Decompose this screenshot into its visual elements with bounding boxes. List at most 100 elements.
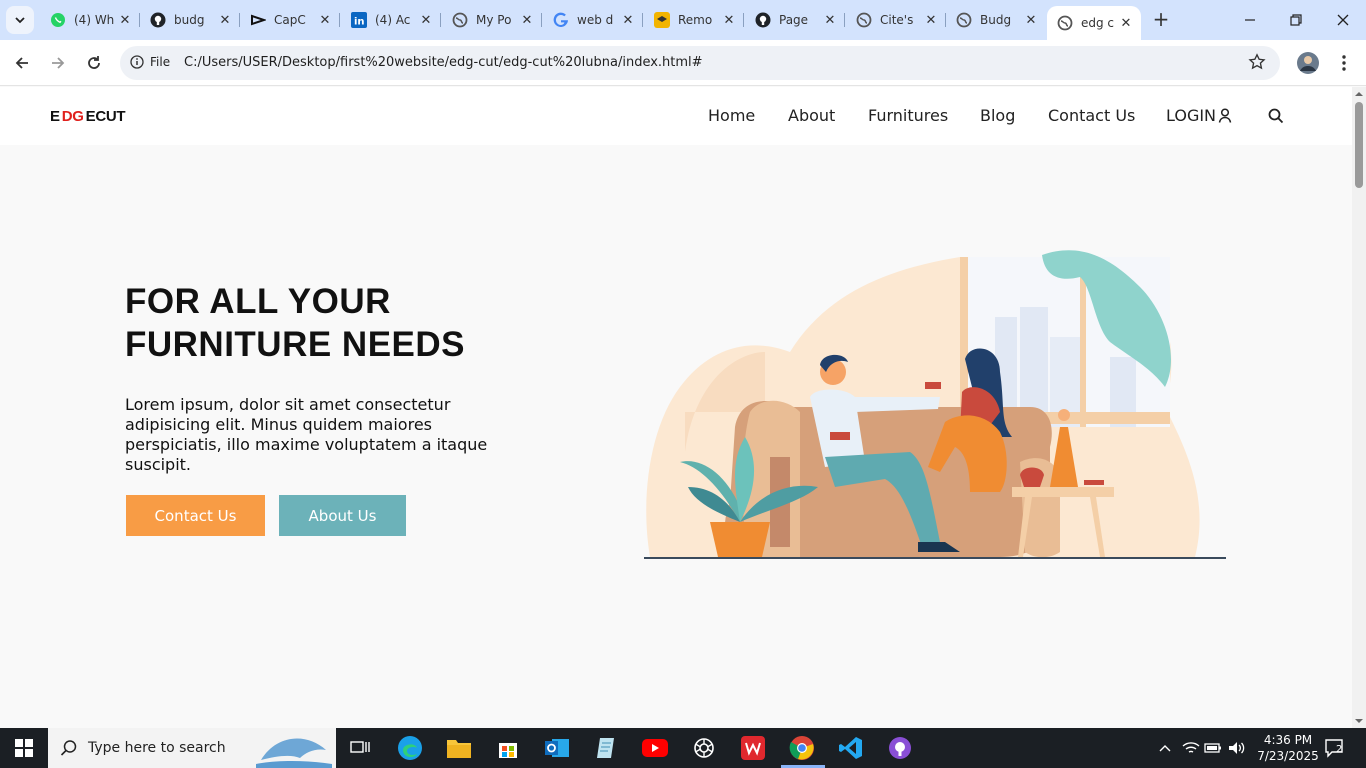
- github-icon: [755, 12, 771, 28]
- close-tab-icon[interactable]: ✕: [518, 11, 536, 29]
- close-tab-icon[interactable]: ✕: [821, 11, 839, 29]
- battery-button[interactable]: [1203, 738, 1223, 758]
- tab-separator: [642, 13, 643, 27]
- task-view-icon: [350, 741, 370, 753]
- clock-date: 7/23/2025: [1257, 749, 1319, 763]
- taskbar-store[interactable]: [494, 734, 522, 762]
- vscode-icon: [839, 737, 862, 759]
- tab-separator: [743, 13, 744, 27]
- windows-logo-icon: [15, 739, 33, 757]
- tab-title: My Po: [476, 13, 512, 27]
- about-us-button[interactable]: About Us: [279, 495, 406, 536]
- hero-title-line-2: FURNITURE NEEDS: [125, 325, 466, 364]
- new-tab-button[interactable]: +: [1150, 8, 1172, 30]
- url-text[interactable]: C:/Users/USER/Desktop/first%20website/ed…: [184, 55, 703, 70]
- nav-search-button[interactable]: [1268, 108, 1286, 126]
- site-header: E DG ECUT Home About Furnitures Blog Conta…: [0, 87, 1352, 145]
- taskbar-notes-app[interactable]: [592, 734, 620, 762]
- taskbar-youtube[interactable]: [641, 734, 669, 762]
- arrow-left-icon: [15, 57, 28, 69]
- close-tab-icon[interactable]: ✕: [720, 11, 738, 29]
- edge-icon: [398, 736, 422, 760]
- restore-button[interactable]: [1284, 8, 1308, 32]
- nav-login[interactable]: LOGIN: [1166, 106, 1232, 125]
- browser-tab[interactable]: My Po ✕: [442, 6, 542, 34]
- nav-contact[interactable]: Contact Us: [1048, 106, 1135, 125]
- nav-about[interactable]: About: [788, 106, 835, 125]
- network-button[interactable]: [1181, 738, 1201, 758]
- taskbar-wps-office[interactable]: [739, 734, 767, 762]
- youtube-icon: [642, 739, 668, 757]
- browser-toolbar: File C:/Users/USER/Desktop/first%20websi…: [0, 40, 1366, 86]
- address-bar[interactable]: File C:/Users/USER/Desktop/first%20websi…: [120, 46, 1280, 80]
- bookmark-star-button[interactable]: [1248, 53, 1268, 73]
- hero-description: Lorem ipsum, dolor sit amet consectetur …: [125, 395, 488, 474]
- notification-center-button[interactable]: 2: [1324, 738, 1346, 758]
- forward-button[interactable]: [46, 51, 70, 75]
- search-highlight-dolphin-icon: [256, 738, 332, 768]
- scroll-up-icon[interactable]: [1354, 89, 1364, 99]
- tab-title: web d: [577, 13, 614, 27]
- close-tab-icon[interactable]: ✕: [116, 11, 134, 29]
- taskbar-github-desktop[interactable]: [886, 734, 914, 762]
- profile-avatar[interactable]: [1295, 50, 1321, 76]
- nav-login-label: LOGIN: [1166, 106, 1217, 125]
- scrollbar-thumb[interactable]: [1355, 102, 1363, 188]
- close-tab-icon[interactable]: ✕: [922, 11, 940, 29]
- browser-tab[interactable]: Budg ✕: [946, 6, 1046, 34]
- browser-tab[interactable]: in (4) Ac ✕: [341, 6, 441, 34]
- close-tab-icon[interactable]: ✕: [216, 11, 234, 29]
- site-logo[interactable]: E DG ECUT: [50, 108, 126, 125]
- tab-title: (4) Wh: [74, 13, 115, 27]
- chatgpt-icon: [694, 738, 714, 758]
- hero-title: FOR ALL YOUR FURNITURE NEEDS: [125, 280, 465, 366]
- browser-tab-active[interactable]: edg c ✕: [1047, 6, 1141, 40]
- taskbar-vscode[interactable]: [837, 734, 865, 762]
- battery-icon: [1204, 743, 1221, 753]
- taskbar-file-explorer[interactable]: [445, 734, 473, 762]
- close-tab-icon[interactable]: ✕: [1022, 11, 1040, 29]
- page-scrollbar[interactable]: [1352, 87, 1366, 728]
- taskbar-clock[interactable]: 4:36 PM 7/23/2025: [1254, 732, 1322, 764]
- browser-tab[interactable]: web d ✕: [543, 6, 643, 34]
- close-tab-icon[interactable]: ✕: [1117, 14, 1135, 32]
- globe-icon: [1057, 15, 1073, 31]
- start-button[interactable]: [0, 728, 48, 768]
- taskbar-edge[interactable]: [396, 734, 424, 762]
- close-icon: [1337, 14, 1349, 26]
- browser-tab[interactable]: Remo ✕: [644, 6, 744, 34]
- browser-tab[interactable]: CapC ✕: [240, 6, 340, 34]
- close-tab-icon[interactable]: ✕: [316, 11, 334, 29]
- task-view-button[interactable]: [346, 734, 374, 762]
- logo-part-1: E: [50, 108, 60, 125]
- close-tab-icon[interactable]: ✕: [619, 11, 637, 29]
- back-button[interactable]: [10, 51, 34, 75]
- minimize-button[interactable]: [1238, 8, 1262, 32]
- nav-home[interactable]: Home: [708, 106, 755, 125]
- close-tab-icon[interactable]: ✕: [417, 11, 435, 29]
- wps-icon: [741, 736, 765, 760]
- taskbar-outlook[interactable]: [543, 734, 571, 762]
- taskbar-chrome[interactable]: [788, 734, 816, 762]
- site-info-button[interactable]: File: [130, 55, 170, 69]
- close-window-button[interactable]: [1331, 8, 1355, 32]
- notification-count-badge: 2: [1336, 744, 1343, 755]
- user-icon: [1218, 108, 1232, 123]
- browser-tab[interactable]: Page ✕: [745, 6, 845, 34]
- browser-tab[interactable]: (4) Wh ✕: [40, 6, 140, 34]
- volume-button[interactable]: [1227, 738, 1247, 758]
- scroll-down-icon[interactable]: [1354, 716, 1364, 726]
- contact-us-button[interactable]: Contact Us: [126, 495, 265, 536]
- reload-button[interactable]: [82, 51, 106, 75]
- taskbar-search-box[interactable]: Type here to search: [48, 728, 336, 768]
- browser-menu-button[interactable]: [1332, 51, 1356, 75]
- arrow-right-icon: [52, 57, 65, 69]
- browser-tab[interactable]: Cite's ✕: [846, 6, 946, 34]
- browser-tab[interactable]: budg ✕: [140, 6, 240, 34]
- show-hidden-icons-button[interactable]: [1155, 738, 1175, 758]
- nav-furnitures[interactable]: Furnitures: [868, 106, 948, 125]
- scheme-label: File: [150, 55, 171, 69]
- taskbar-chatgpt[interactable]: [690, 734, 718, 762]
- nav-blog[interactable]: Blog: [980, 106, 1015, 125]
- tab-search-button[interactable]: [6, 6, 34, 34]
